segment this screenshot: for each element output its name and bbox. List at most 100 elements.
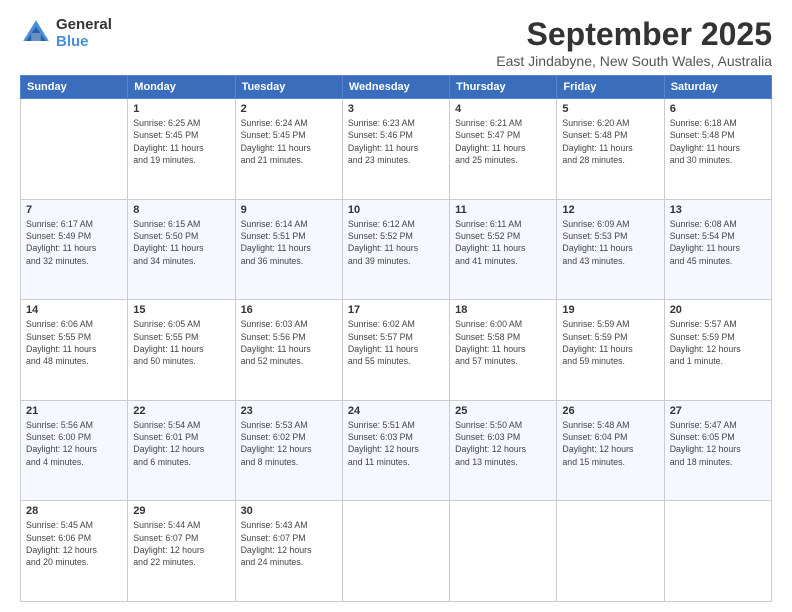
calendar-cell: 22Sunrise: 5:54 AM Sunset: 6:01 PM Dayli…	[128, 400, 235, 501]
day-number: 6	[670, 103, 766, 115]
day-info: Sunrise: 6:24 AM Sunset: 5:45 PM Dayligh…	[241, 117, 337, 166]
calendar-cell	[21, 99, 128, 200]
calendar-cell: 21 Sunrise: 5:56 AM Sunset: 6:00 PM Dayli…	[21, 400, 128, 501]
day-number: 17	[348, 304, 444, 316]
calendar-cell: 12 Sunrise: 6:09 AM Sunset: 5:53 PM Dayli…	[557, 199, 664, 300]
day-info: Sunrise: 6:09 AM Sunset: 5:53 PM Dayligh…	[562, 218, 658, 267]
day-info: Sunrise: 6:21 AM Sunset: 5:47 PM Dayligh…	[455, 117, 551, 166]
calendar-cell: 9 Sunrise: 6:14 AM Sunset: 5:51 PM Daylig…	[235, 199, 342, 300]
day-number: 15	[133, 304, 229, 316]
day-info: Sunrise: 5:57 AM Sunset: 5:59 PM Dayligh…	[670, 318, 766, 367]
day-info: Sunrise: 5:54 AM Sunset: 6:01 PM Dayligh…	[133, 419, 229, 468]
day-info: Sunrise: 6:20 AM Sunset: 5:48 PM Dayligh…	[562, 117, 658, 166]
day-number: 8	[133, 204, 229, 216]
calendar-week-row: 14 Sunrise: 6:06 AM Sunset: 5:55 PM Dayli…	[21, 300, 772, 401]
calendar-cell: 7Sunrise: 6:17 AM Sunset: 5:49 PM Daylig…	[21, 199, 128, 300]
day-info: Sunrise: 6:25 AM Sunset: 5:45 PM Dayligh…	[133, 117, 229, 166]
day-info: Sunrise: 6:03 AM Sunset: 5:56 PM Dayligh…	[241, 318, 337, 367]
calendar-cell: 20 Sunrise: 5:57 AM Sunset: 5:59 PM Dayli…	[664, 300, 771, 401]
day-number: 3	[348, 103, 444, 115]
day-number: 20	[670, 304, 766, 316]
day-info: Sunrise: 6:14 AM Sunset: 5:51 PM Dayligh…	[241, 218, 337, 267]
title-block: September 2025 East Jindabyne, New South…	[496, 16, 772, 69]
weekday-header: Saturday	[664, 76, 771, 99]
day-number: 27	[670, 405, 766, 417]
day-info: Sunrise: 5:56 AM Sunset: 6:00 PM Dayligh…	[26, 419, 122, 468]
day-info: Sunrise: 6:06 AM Sunset: 5:55 PM Dayligh…	[26, 318, 122, 367]
day-number: 26	[562, 405, 658, 417]
day-info: Sunrise: 5:59 AM Sunset: 5:59 PM Dayligh…	[562, 318, 658, 367]
calendar-cell: 27 Sunrise: 5:47 AM Sunset: 6:05 PM Dayli…	[664, 400, 771, 501]
calendar-week-row: 28 Sunrise: 5:45 AM Sunset: 6:06 PM Dayli…	[21, 501, 772, 602]
day-number: 5	[562, 103, 658, 115]
day-number: 2	[241, 103, 337, 115]
day-info: Sunrise: 6:02 AM Sunset: 5:57 PM Dayligh…	[348, 318, 444, 367]
day-number: 9	[241, 204, 337, 216]
day-info: Sunrise: 5:43 AM Sunset: 6:07 PM Dayligh…	[241, 519, 337, 568]
weekday-header: Thursday	[450, 76, 557, 99]
weekday-header: Friday	[557, 76, 664, 99]
calendar-header-row: SundayMondayTuesdayWednesdayThursdayFrid…	[21, 76, 772, 99]
day-info: Sunrise: 6:12 AM Sunset: 5:52 PM Dayligh…	[348, 218, 444, 267]
calendar-cell: 17 Sunrise: 6:02 AM Sunset: 5:57 PM Dayli…	[342, 300, 449, 401]
calendar-cell: 11 Sunrise: 6:11 AM Sunset: 5:52 PM Dayli…	[450, 199, 557, 300]
weekday-header: Wednesday	[342, 76, 449, 99]
calendar-week-row: 21 Sunrise: 5:56 AM Sunset: 6:00 PM Dayli…	[21, 400, 772, 501]
day-info: Sunrise: 5:51 AM Sunset: 6:03 PM Dayligh…	[348, 419, 444, 468]
calendar-cell: 29 Sunrise: 5:44 AM Sunset: 6:07 PM Dayli…	[128, 501, 235, 602]
calendar-cell: 18 Sunrise: 6:00 AM Sunset: 5:58 PM Dayli…	[450, 300, 557, 401]
calendar-cell: 10 Sunrise: 6:12 AM Sunset: 5:52 PM Dayli…	[342, 199, 449, 300]
day-number: 30	[241, 505, 337, 517]
header: General Blue September 2025 East Jindaby…	[20, 16, 772, 69]
calendar-cell: 30 Sunrise: 5:43 AM Sunset: 6:07 PM Dayli…	[235, 501, 342, 602]
day-number: 24	[348, 405, 444, 417]
page: General Blue September 2025 East Jindaby…	[0, 0, 792, 612]
day-number: 28	[26, 505, 122, 517]
calendar-cell	[664, 501, 771, 602]
day-number: 19	[562, 304, 658, 316]
day-info: Sunrise: 5:50 AM Sunset: 6:03 PM Dayligh…	[455, 419, 551, 468]
day-info: Sunrise: 6:15 AM Sunset: 5:50 PM Dayligh…	[133, 218, 229, 267]
calendar-cell: 6Sunrise: 6:18 AM Sunset: 5:48 PM Daylig…	[664, 99, 771, 200]
calendar-cell	[342, 501, 449, 602]
day-number: 4	[455, 103, 551, 115]
day-info: Sunrise: 5:45 AM Sunset: 6:06 PM Dayligh…	[26, 519, 122, 568]
day-number: 11	[455, 204, 551, 216]
calendar-cell: 14 Sunrise: 6:06 AM Sunset: 5:55 PM Dayli…	[21, 300, 128, 401]
day-number: 12	[562, 204, 658, 216]
day-number: 13	[670, 204, 766, 216]
calendar-cell: 26Sunrise: 5:48 AM Sunset: 6:04 PM Dayli…	[557, 400, 664, 501]
calendar-week-row: 1 Sunrise: 6:25 AM Sunset: 5:45 PM Daylig…	[21, 99, 772, 200]
day-number: 23	[241, 405, 337, 417]
logo-icon	[20, 17, 52, 49]
calendar-table: SundayMondayTuesdayWednesdayThursdayFrid…	[20, 75, 772, 602]
day-info: Sunrise: 5:47 AM Sunset: 6:05 PM Dayligh…	[670, 419, 766, 468]
day-number: 25	[455, 405, 551, 417]
logo-text: General Blue	[56, 16, 112, 50]
calendar-cell	[450, 501, 557, 602]
calendar-cell: 16 Sunrise: 6:03 AM Sunset: 5:56 PM Dayli…	[235, 300, 342, 401]
day-info: Sunrise: 6:00 AM Sunset: 5:58 PM Dayligh…	[455, 318, 551, 367]
day-number: 16	[241, 304, 337, 316]
main-title: September 2025	[496, 16, 772, 53]
calendar-cell: 19 Sunrise: 5:59 AM Sunset: 5:59 PM Dayli…	[557, 300, 664, 401]
calendar-cell: 15 Sunrise: 6:05 AM Sunset: 5:55 PM Dayli…	[128, 300, 235, 401]
day-info: Sunrise: 6:11 AM Sunset: 5:52 PM Dayligh…	[455, 218, 551, 267]
calendar-cell	[557, 501, 664, 602]
day-number: 10	[348, 204, 444, 216]
calendar-cell: 28 Sunrise: 5:45 AM Sunset: 6:06 PM Dayli…	[21, 501, 128, 602]
day-info: Sunrise: 5:53 AM Sunset: 6:02 PM Dayligh…	[241, 419, 337, 468]
day-info: Sunrise: 5:44 AM Sunset: 6:07 PM Dayligh…	[133, 519, 229, 568]
calendar-cell: 8 Sunrise: 6:15 AM Sunset: 5:50 PM Daylig…	[128, 199, 235, 300]
day-info: Sunrise: 6:05 AM Sunset: 5:55 PM Dayligh…	[133, 318, 229, 367]
day-info: Sunrise: 6:08 AM Sunset: 5:54 PM Dayligh…	[670, 218, 766, 267]
day-number: 18	[455, 304, 551, 316]
day-number: 14	[26, 304, 122, 316]
day-number: 29	[133, 505, 229, 517]
subtitle: East Jindabyne, New South Wales, Austral…	[496, 53, 772, 69]
day-number: 1	[133, 103, 229, 115]
weekday-header: Tuesday	[235, 76, 342, 99]
calendar-cell: 5 Sunrise: 6:20 AM Sunset: 5:48 PM Daylig…	[557, 99, 664, 200]
day-number: 21	[26, 405, 122, 417]
calendar-cell: 23 Sunrise: 5:53 AM Sunset: 6:02 PM Dayli…	[235, 400, 342, 501]
